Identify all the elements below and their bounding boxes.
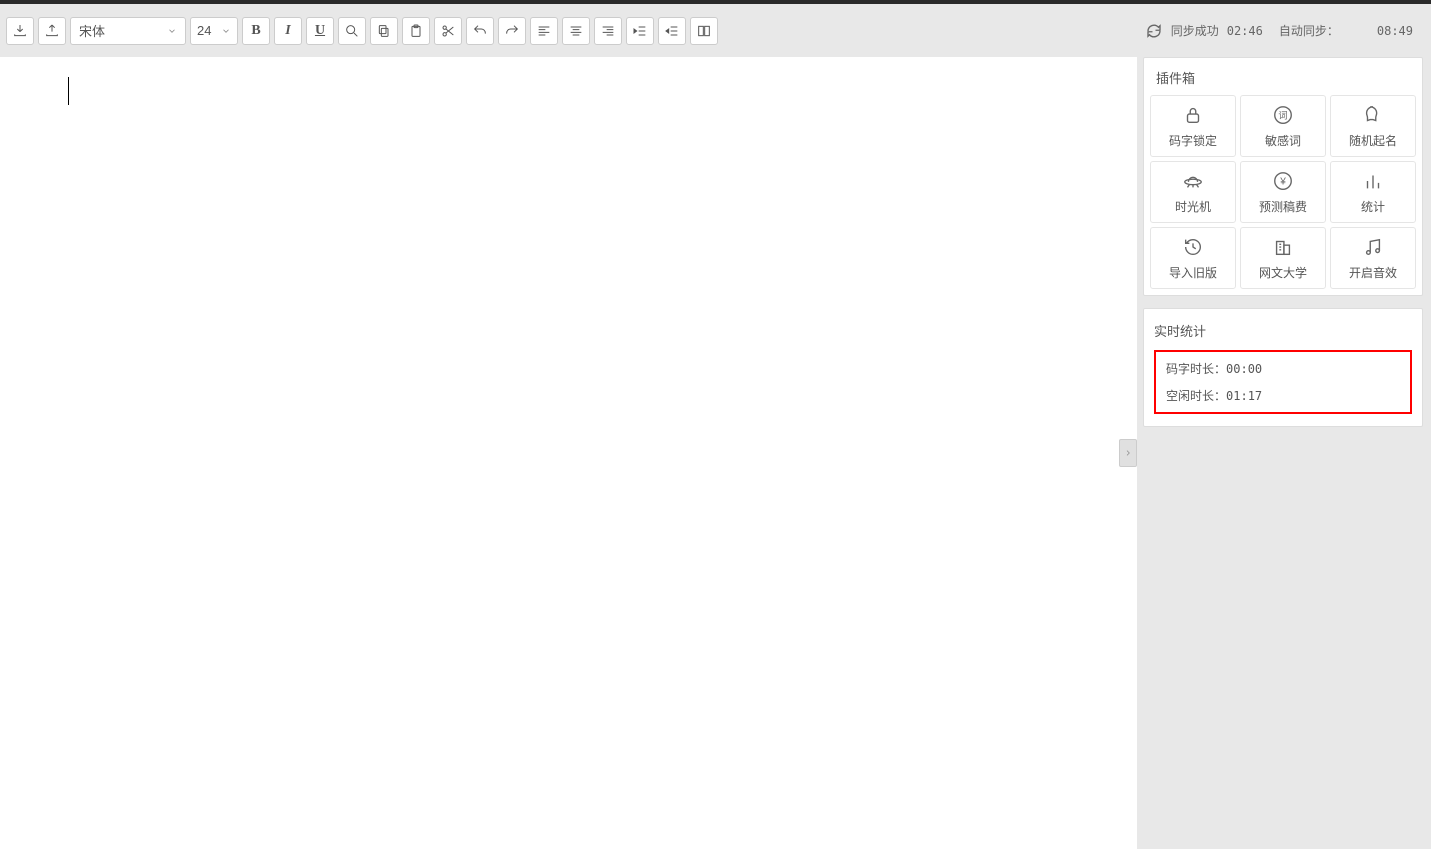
- yen-icon: ¥: [1272, 170, 1294, 192]
- align-center-icon: [568, 23, 584, 39]
- search-icon: [344, 23, 360, 39]
- cut-button[interactable]: [434, 17, 462, 45]
- sync-status-label: 同步成功: [1171, 22, 1219, 39]
- font-family-select[interactable]: 宋体: [70, 17, 186, 45]
- italic-icon: I: [285, 23, 290, 39]
- stat-idle-label: 空闲时长：: [1166, 389, 1226, 403]
- undo-button[interactable]: [466, 17, 494, 45]
- chevron-down-icon: [221, 26, 231, 36]
- plugin-label: 开启音效: [1349, 264, 1397, 281]
- svg-text:¥: ¥: [1279, 176, 1286, 187]
- copy-button[interactable]: [370, 17, 398, 45]
- bold-icon: B: [251, 23, 260, 39]
- plugin-grid: 码字锁定 词 敏感词 随机起名 时光机 ¥ 预测稿费: [1150, 95, 1416, 289]
- plugin-label: 码字锁定: [1169, 132, 1217, 149]
- editor-wrap: [0, 57, 1143, 849]
- align-right-button[interactable]: [594, 17, 622, 45]
- align-left-button[interactable]: [530, 17, 558, 45]
- lock-icon: [1182, 104, 1204, 126]
- stat-typing-label: 码字时长：: [1166, 362, 1226, 376]
- stats-highlight-box: 码字时长：00:00 空闲时长：01:17: [1154, 350, 1412, 414]
- stats-panel-title: 实时统计: [1154, 321, 1412, 340]
- indent-increase-button[interactable]: [626, 17, 654, 45]
- indent-decrease-icon: [664, 23, 680, 39]
- plugin-label: 敏感词: [1265, 132, 1301, 149]
- chevron-down-icon: [167, 26, 177, 36]
- auto-sync-label: 自动同步：: [1279, 22, 1339, 39]
- bar-chart-icon: [1362, 170, 1384, 192]
- plugin-random-name[interactable]: 随机起名: [1330, 95, 1416, 157]
- auto-sync-time: 08:49: [1377, 24, 1413, 38]
- layout-button[interactable]: [690, 17, 718, 45]
- plugin-label: 随机起名: [1349, 132, 1397, 149]
- history-icon: [1182, 236, 1204, 258]
- font-family-value: 宋体: [79, 21, 105, 40]
- editor-toolbar: 宋体 24 B I U: [0, 4, 1431, 57]
- paste-icon: [408, 23, 424, 39]
- ufo-icon: [1182, 170, 1204, 192]
- stat-typing-row: 码字时长：00:00: [1166, 360, 1400, 377]
- plugin-label: 统计: [1361, 198, 1385, 215]
- indent-decrease-button[interactable]: [658, 17, 686, 45]
- layout-icon: [696, 23, 712, 39]
- font-size-value: 24: [197, 23, 211, 38]
- plugin-label: 时光机: [1175, 198, 1211, 215]
- plugin-time-machine[interactable]: 时光机: [1150, 161, 1236, 223]
- text-editor[interactable]: [0, 57, 1137, 849]
- plugin-panel-title: 插件箱: [1150, 68, 1416, 95]
- undo-icon: [472, 23, 488, 39]
- plugin-sensitive-words[interactable]: 词 敏感词: [1240, 95, 1326, 157]
- align-center-button[interactable]: [562, 17, 590, 45]
- music-icon: [1362, 236, 1384, 258]
- align-right-icon: [600, 23, 616, 39]
- svg-text:词: 词: [1278, 110, 1287, 120]
- chevron-right-icon: [1124, 447, 1132, 459]
- main-area: 插件箱 码字锁定 词 敏感词 随机起名 时光机: [0, 57, 1431, 849]
- indent-increase-icon: [632, 23, 648, 39]
- font-size-select[interactable]: 24: [190, 17, 238, 45]
- align-left-icon: [536, 23, 552, 39]
- head-icon: [1362, 104, 1384, 126]
- word-icon: 词: [1272, 104, 1294, 126]
- plugin-panel: 插件箱 码字锁定 词 敏感词 随机起名 时光机: [1143, 57, 1423, 296]
- scissors-icon: [440, 23, 456, 39]
- sync-icon[interactable]: [1145, 22, 1163, 40]
- plugin-import-old[interactable]: 导入旧版: [1150, 227, 1236, 289]
- bold-button[interactable]: B: [242, 17, 270, 45]
- search-button[interactable]: [338, 17, 366, 45]
- stat-typing-value: 00:00: [1226, 362, 1262, 376]
- plugin-label: 预测稿费: [1259, 198, 1307, 215]
- stats-panel: 实时统计 码字时长：00:00 空闲时长：01:17: [1143, 308, 1423, 427]
- copy-icon: [376, 23, 392, 39]
- plugin-web-university[interactable]: 网文大学: [1240, 227, 1326, 289]
- export-icon: [44, 23, 60, 39]
- export-button[interactable]: [38, 17, 66, 45]
- plugin-lock-typing[interactable]: 码字锁定: [1150, 95, 1236, 157]
- plugin-statistics[interactable]: 统计: [1330, 161, 1416, 223]
- underline-icon: U: [315, 23, 325, 39]
- next-chapter-button[interactable]: [1119, 439, 1137, 467]
- italic-button[interactable]: I: [274, 17, 302, 45]
- underline-button[interactable]: U: [306, 17, 334, 45]
- import-button[interactable]: [6, 17, 34, 45]
- plugin-label: 导入旧版: [1169, 264, 1217, 281]
- import-icon: [12, 23, 28, 39]
- redo-button[interactable]: [498, 17, 526, 45]
- building-icon: [1272, 236, 1294, 258]
- toolbar-left-group: 宋体 24 B I U: [6, 17, 718, 45]
- text-cursor: [68, 77, 69, 105]
- plugin-predict-fee[interactable]: ¥ 预测稿费: [1240, 161, 1326, 223]
- toolbar-right-group: 同步成功 02:46 自动同步： 08:49: [1145, 22, 1425, 40]
- sync-status-time: 02:46: [1227, 24, 1263, 38]
- sidebar: 插件箱 码字锁定 词 敏感词 随机起名 时光机: [1143, 57, 1431, 849]
- stat-idle-value: 01:17: [1226, 389, 1262, 403]
- redo-icon: [504, 23, 520, 39]
- paste-button[interactable]: [402, 17, 430, 45]
- plugin-sound[interactable]: 开启音效: [1330, 227, 1416, 289]
- plugin-label: 网文大学: [1259, 264, 1307, 281]
- stat-idle-row: 空闲时长：01:17: [1166, 387, 1400, 404]
